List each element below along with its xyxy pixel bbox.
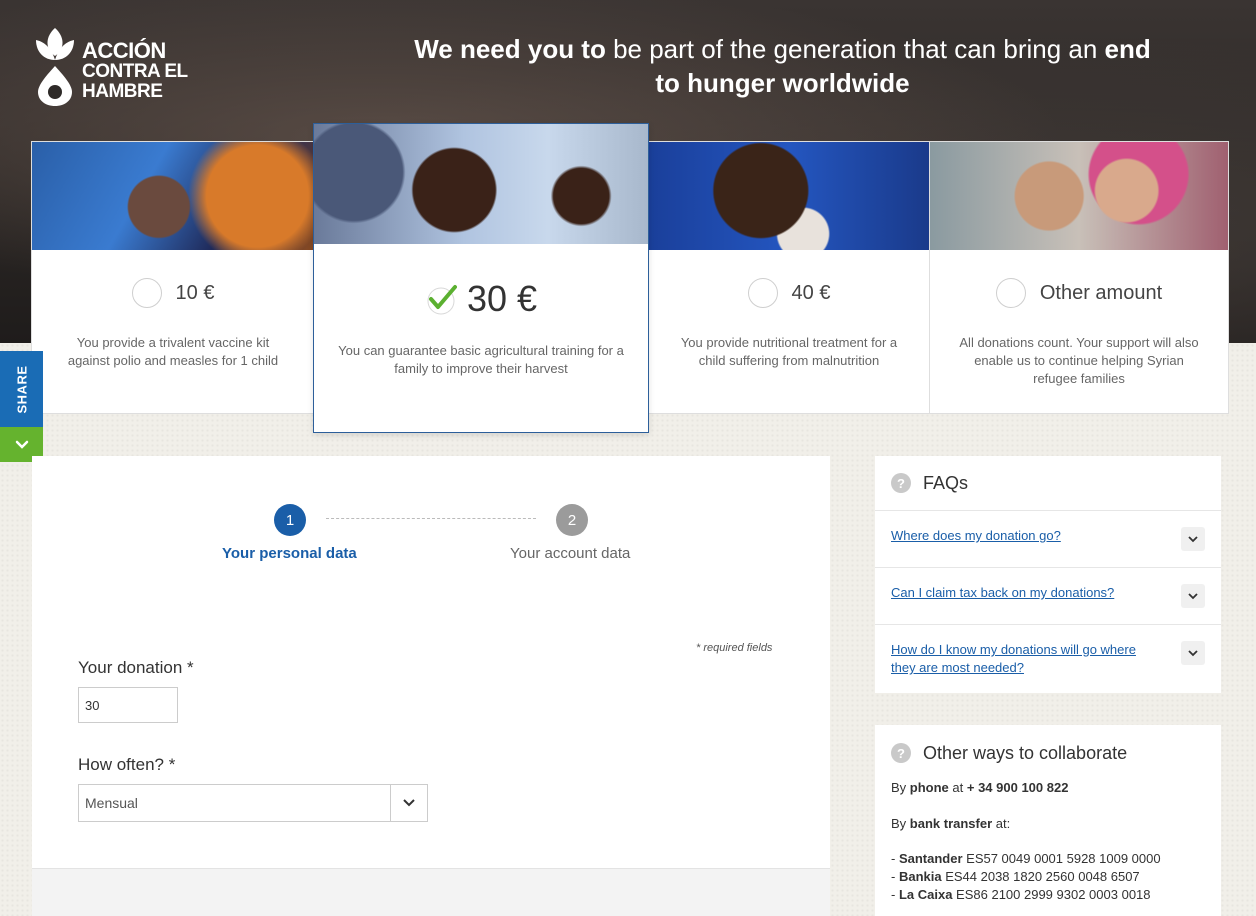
card-photo-refugee-children <box>930 142 1228 250</box>
bank-account: - Bankia ES44 2038 1820 2560 0048 6507 <box>891 869 1140 884</box>
faq-title: FAQs <box>923 472 969 493</box>
amount-radio[interactable] <box>995 278 1026 308</box>
faq-item[interactable]: Can I claim tax back on my donations? <box>875 567 1221 624</box>
step-2-circle: 2 <box>556 504 588 536</box>
faq-box: ? FAQs Where does my donation go? Can I … <box>875 456 1221 693</box>
donation-card-40[interactable]: 40 € You provide nutritional treatment f… <box>647 141 931 414</box>
donation-card-10[interactable]: 10 € You provide a trivalent vaccine kit… <box>31 141 315 414</box>
chevron-down-icon <box>1188 592 1198 599</box>
step-indicator: 1 2 Your personal data Your account data <box>32 504 830 564</box>
question-icon: ? <box>891 743 911 763</box>
form-footer <box>32 868 830 916</box>
logo-line-2: CONTRA EL <box>82 61 188 82</box>
amount-label: 40 € <box>791 281 831 304</box>
phone-number[interactable]: + 34 900 100 822 <box>967 780 1069 795</box>
logo-line-1: ACCIÓN <box>82 38 166 63</box>
amount-radio[interactable] <box>131 278 162 308</box>
donation-card-30[interactable]: 30 € You can guarantee basic agricultura… <box>313 123 649 433</box>
required-fields-note: * required fields <box>696 642 773 654</box>
bank-account: - La Caixa ES86 2100 2999 9302 0003 0018 <box>891 887 1151 902</box>
chevron-down-icon <box>1188 535 1198 542</box>
other-ways-box: ? Other ways to collaborate By phone at … <box>875 725 1221 916</box>
faq-link[interactable]: How do I know my donations will go where… <box>891 641 1161 677</box>
logo-line-3: HAMBRE <box>82 81 163 102</box>
faq-expand-button[interactable] <box>1181 527 1205 551</box>
amount-description: You provide a trivalent vaccine kit agai… <box>67 335 279 368</box>
donation-card-other[interactable]: Other amount All donations count. Your s… <box>929 141 1229 414</box>
hero-headline: We need you to be part of the generation… <box>400 32 1165 100</box>
chevron-down-icon <box>15 440 28 449</box>
share-tab[interactable]: SHARE <box>0 351 43 427</box>
step-2-label: Your account data <box>510 545 631 562</box>
donation-form: 1 2 Your personal data Your account data… <box>32 456 830 868</box>
amount-description: You can guarantee basic agricultural tra… <box>338 343 624 376</box>
donation-label: Your donation * <box>78 658 194 677</box>
card-photo-child-lying <box>314 124 648 244</box>
faq-link[interactable]: Where does my donation go? <box>891 527 1161 545</box>
other-ways-title: Other ways to collaborate <box>923 742 1128 763</box>
amount-label: Other amount <box>1039 281 1163 304</box>
frequency-select[interactable]: Mensual <box>78 784 428 822</box>
chevron-down-icon <box>1188 649 1198 656</box>
amount-label: 30 € <box>466 278 538 319</box>
faq-item[interactable]: Where does my donation go? <box>875 510 1221 567</box>
bank-account: - Santander ES57 0049 0001 5928 1009 000… <box>891 851 1161 866</box>
bank-account-list: - Santander ES57 0049 0001 5928 1009 000… <box>891 850 1205 904</box>
amount-description: All donations count. Your support will a… <box>959 335 1199 386</box>
faq-link[interactable]: Can I claim tax back on my donations? <box>891 584 1161 602</box>
select-arrow[interactable] <box>390 785 427 821</box>
card-photo-child-nutrition <box>648 142 930 250</box>
faq-expand-button[interactable] <box>1181 584 1205 608</box>
step-1-label: Your personal data <box>222 545 357 562</box>
card-photo-baby <box>32 142 314 250</box>
logo-mark-icon <box>34 26 76 106</box>
other-ways-header: ? Other ways to collaborate <box>875 725 1221 781</box>
amount-radio[interactable] <box>747 278 778 308</box>
phone-line: By phone at + 34 900 100 822 <box>891 780 1069 795</box>
step-connector <box>326 518 536 519</box>
frequency-label: How often? * <box>78 755 176 774</box>
faq-item[interactable]: How do I know my donations will go where… <box>875 624 1221 692</box>
check-icon[interactable] <box>425 283 457 315</box>
other-ways-body: By phone at + 34 900 100 822 By bank tra… <box>875 779 1221 904</box>
step-1-circle: 1 <box>274 504 306 536</box>
brand-logo[interactable]: ACCIÓN CONTRA EL HAMBRE <box>34 26 188 106</box>
faq-expand-button[interactable] <box>1181 641 1205 665</box>
amount-label: 10 € <box>175 281 215 304</box>
amount-description: You provide nutritional treatment for a … <box>680 335 898 368</box>
headline-body: be part of the generation that can bring… <box>605 34 1105 64</box>
question-icon: ? <box>891 473 911 493</box>
bank-line: By bank transfer at: <box>891 816 1011 831</box>
logo-text: ACCIÓN CONTRA EL HAMBRE <box>82 40 188 102</box>
donation-amount-input[interactable] <box>78 687 178 723</box>
faq-header: ? FAQs <box>875 456 1221 510</box>
share-label: SHARE <box>14 364 30 414</box>
frequency-value: Mensual <box>85 795 138 811</box>
headline-emphasis-1: We need you to <box>414 34 606 64</box>
chevron-down-icon <box>403 799 415 807</box>
